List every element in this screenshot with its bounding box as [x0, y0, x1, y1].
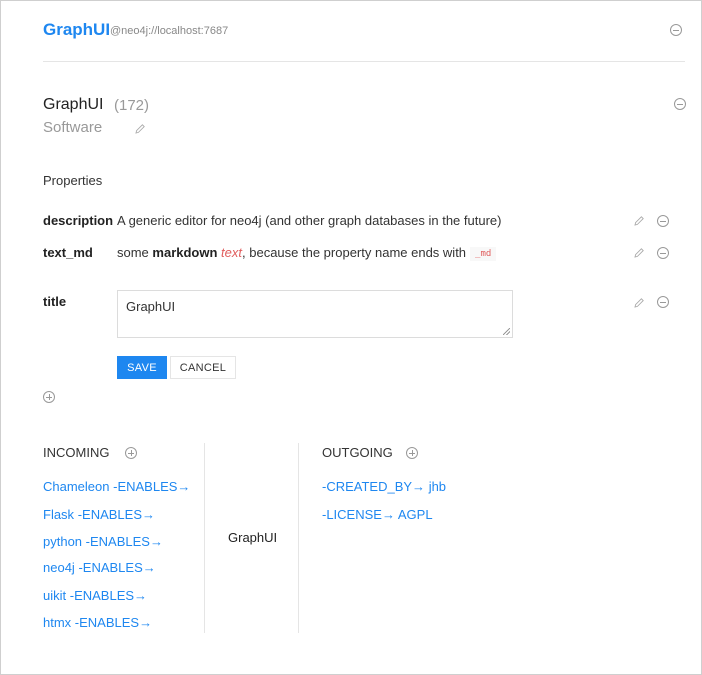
- property-value-description: A generic editor for neo4j (and other gr…: [117, 213, 502, 228]
- incoming-row: neo4j -ENABLES→: [43, 560, 156, 575]
- delete-text-md-minus-icon[interactable]: [657, 247, 669, 259]
- center-node-label: GraphUI: [228, 530, 278, 545]
- outgoing-row: -LICENSE→ AGPL: [322, 507, 433, 522]
- text-md-code: _md: [470, 247, 497, 261]
- property-value-text-md: some markdown text, because the property…: [117, 245, 497, 261]
- delete-node-minus-icon[interactable]: [674, 98, 686, 110]
- incoming-row: Flask -ENABLES→: [43, 507, 155, 522]
- cancel-button[interactable]: CANCEL: [170, 356, 236, 379]
- title-value-textarea[interactable]: GraphUI: [117, 290, 513, 338]
- incoming-node-link[interactable]: uikit: [43, 588, 66, 603]
- incoming-heading: INCOMING: [43, 445, 110, 460]
- edit-title-pencil-icon[interactable]: [633, 297, 645, 309]
- title-value-text: GraphUI: [126, 299, 176, 314]
- incoming-node-link[interactable]: Flask: [43, 507, 74, 522]
- incoming-row: htmx -ENABLES→: [43, 615, 152, 630]
- connection-string: @neo4j://localhost:7687: [110, 25, 229, 37]
- header-minus-icon[interactable]: [670, 24, 682, 36]
- outgoing-rel-link[interactable]: -LICENSE→: [322, 507, 395, 522]
- node-count: (172): [114, 97, 150, 114]
- app-brand[interactable]: GraphUI: [43, 20, 110, 40]
- incoming-rel-link[interactable]: -ENABLES→: [70, 588, 147, 603]
- incoming-rel-link[interactable]: -ENABLES→: [78, 507, 155, 522]
- node-title: GraphUI: [43, 96, 104, 113]
- properties-heading: Properties: [43, 173, 103, 188]
- incoming-divider: [204, 443, 205, 633]
- text-md-part-1: some: [117, 245, 153, 260]
- incoming-rel-link[interactable]: -ENABLES→: [113, 479, 190, 494]
- property-key-description: description: [43, 213, 114, 228]
- add-property-plus-icon[interactable]: [43, 391, 55, 403]
- property-key-title: title: [43, 294, 67, 309]
- app-frame: GraphUI @neo4j://localhost:7687 GraphUI …: [0, 0, 702, 675]
- text-md-bold: markdown: [152, 245, 218, 260]
- text-md-italic: text: [221, 245, 243, 260]
- header-divider: [43, 61, 685, 62]
- outgoing-node-link[interactable]: jhb: [429, 479, 446, 494]
- delete-description-minus-icon[interactable]: [657, 215, 669, 227]
- save-button[interactable]: SAVE: [117, 356, 167, 379]
- edit-text-md-pencil-icon[interactable]: [633, 247, 645, 259]
- add-incoming-plus-icon[interactable]: [125, 447, 137, 459]
- outgoing-rel-link[interactable]: -CREATED_BY→: [322, 479, 425, 494]
- incoming-rel-link[interactable]: -ENABLES→: [86, 534, 163, 549]
- incoming-node-link[interactable]: htmx: [43, 615, 71, 630]
- incoming-rel-link[interactable]: -ENABLES→: [75, 615, 152, 630]
- outgoing-row: -CREATED_BY→ jhb: [322, 479, 446, 494]
- incoming-row: python -ENABLES→: [43, 534, 163, 549]
- text-md-part-rest: , because the property name ends with: [242, 245, 467, 260]
- delete-title-minus-icon[interactable]: [657, 296, 669, 308]
- incoming-node-link[interactable]: Chameleon: [43, 479, 110, 494]
- incoming-row: Chameleon -ENABLES→: [43, 479, 190, 494]
- add-outgoing-plus-icon[interactable]: [406, 447, 418, 459]
- outgoing-heading: OUTGOING: [322, 445, 393, 460]
- incoming-node-link[interactable]: python: [43, 534, 82, 549]
- node-label: Software: [43, 119, 103, 136]
- incoming-rel-link[interactable]: -ENABLES→: [78, 560, 155, 575]
- outgoing-node-link[interactable]: AGPL: [398, 507, 433, 522]
- property-key-text-md: text_md: [43, 245, 93, 260]
- outgoing-divider: [298, 443, 299, 633]
- resize-grip-icon[interactable]: [503, 328, 510, 335]
- incoming-row: uikit -ENABLES→: [43, 588, 147, 603]
- edit-description-pencil-icon[interactable]: [633, 215, 645, 227]
- incoming-node-link[interactable]: neo4j: [43, 560, 75, 575]
- edit-label-pencil-icon[interactable]: [134, 123, 146, 135]
